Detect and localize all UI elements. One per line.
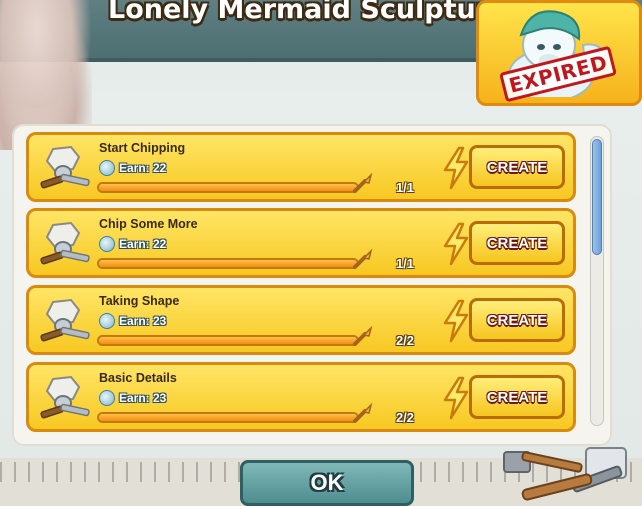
lightning-icon <box>443 376 469 420</box>
progress-fill <box>99 184 357 191</box>
progress-count: 1/1 <box>395 256 415 271</box>
earn-label: Earn: 22 <box>119 237 167 251</box>
quest-name: Start Chipping <box>99 141 186 155</box>
progress-fill <box>99 337 357 344</box>
chisel-stone-icon <box>40 375 90 419</box>
progress-count: 2/2 <box>395 333 415 348</box>
create-button-label: CREATE <box>486 311 548 329</box>
brush-icon <box>353 326 373 346</box>
earn-reward: Earn: 22 <box>99 236 166 252</box>
lightning-icon <box>443 146 469 190</box>
page-title: Lonely Mermaid Sculpture <box>108 0 508 25</box>
progress-bar <box>97 335 359 346</box>
quest-row: Basic Details Earn: 23 2/2 CREATE <box>26 362 576 432</box>
create-button-label: CREATE <box>486 234 548 252</box>
quest-name: Basic Details <box>99 371 177 385</box>
brush-icon <box>353 249 373 269</box>
progress-bar <box>97 258 359 269</box>
progress-bar <box>97 412 359 423</box>
coin-icon <box>99 313 115 329</box>
chisel-stone-icon <box>40 145 90 189</box>
quest-name: Chip Some More <box>99 217 198 231</box>
earn-label: Earn: 23 <box>119 314 167 328</box>
hammer-chisel-icon <box>503 447 627 501</box>
quest-row: Chip Some More Earn: 22 1/1 CREATE <box>26 208 576 278</box>
chisel-stone-icon <box>40 221 90 265</box>
progress-fill <box>99 414 357 421</box>
coin-icon <box>99 160 115 176</box>
earn-reward: Earn: 22 <box>99 160 166 176</box>
quest-row: Taking Shape Earn: 23 2/2 CREATE <box>26 285 576 355</box>
earn-label: Earn: 23 <box>119 391 167 405</box>
create-button[interactable]: CREATE <box>469 375 565 419</box>
earn-label: Earn: 22 <box>119 161 167 175</box>
lightning-icon <box>443 299 469 343</box>
progress-fill <box>99 260 357 267</box>
scrollbar-thumb[interactable] <box>592 139 602 255</box>
progress-count: 1/1 <box>395 180 415 195</box>
quest-list: Start Chipping Earn: 22 1/1 CREATE Chip … <box>26 132 578 434</box>
reward-card: EXPIRED <box>476 0 642 106</box>
brush-icon <box>353 403 373 423</box>
brush-icon <box>353 173 373 193</box>
progress-count: 2/2 <box>395 410 415 425</box>
lightning-icon <box>443 222 469 266</box>
quest-row: Start Chipping Earn: 22 1/1 CREATE <box>26 132 576 202</box>
earn-reward: Earn: 23 <box>99 313 166 329</box>
quest-list-scrollbar[interactable] <box>590 136 604 426</box>
coin-icon <box>99 236 115 252</box>
earn-reward: Earn: 23 <box>99 390 166 406</box>
chisel-stone-icon <box>40 298 90 342</box>
create-button-label: CREATE <box>486 158 548 176</box>
create-button[interactable]: CREATE <box>469 221 565 265</box>
ok-button-label: OK <box>310 470 344 495</box>
ok-button[interactable]: OK <box>240 460 414 506</box>
progress-bar <box>97 182 359 193</box>
coin-icon <box>99 390 115 406</box>
create-button[interactable]: CREATE <box>469 145 565 189</box>
quest-name: Taking Shape <box>99 294 180 308</box>
create-button[interactable]: CREATE <box>469 298 565 342</box>
create-button-label: CREATE <box>486 388 548 406</box>
